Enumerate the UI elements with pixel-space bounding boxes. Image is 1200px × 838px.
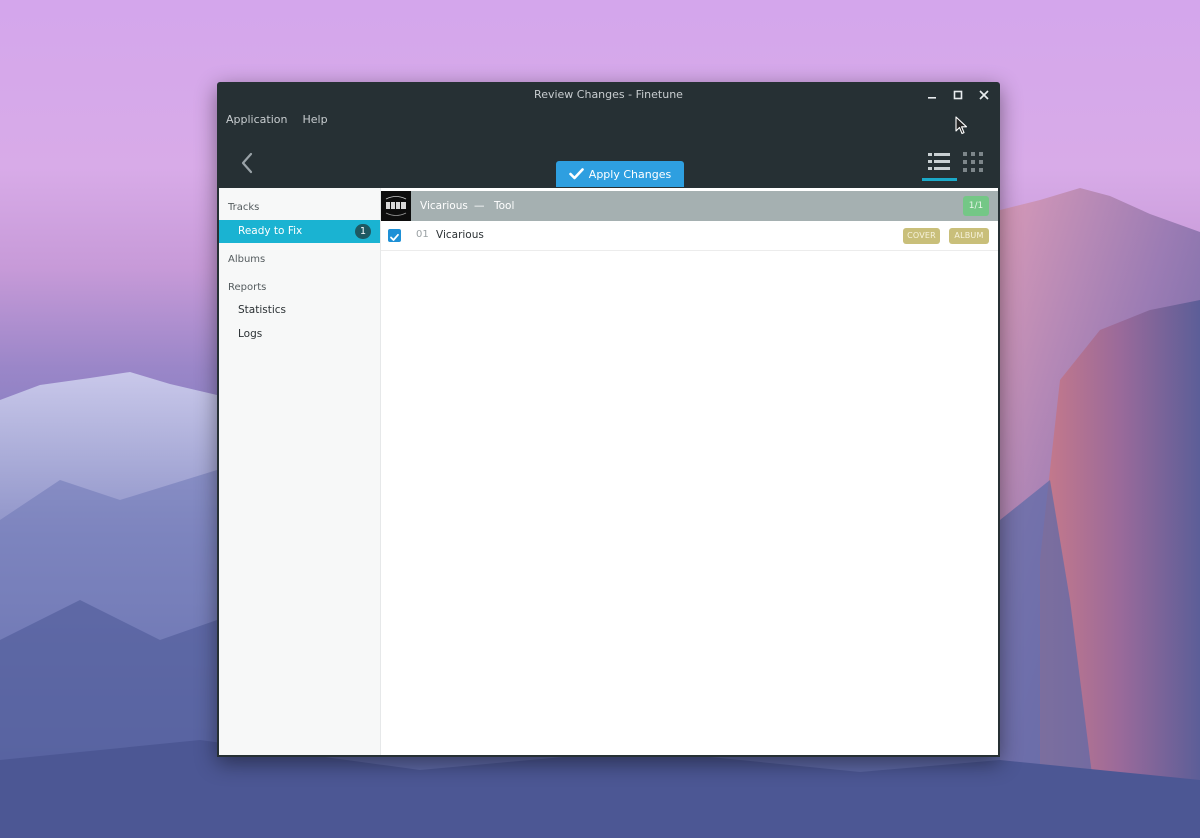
album-count-badge: 1/1 bbox=[963, 196, 989, 216]
sidebar: Tracks Ready to Fix 1 Albums Reports Sta… bbox=[219, 188, 381, 755]
track-checkbox[interactable] bbox=[388, 229, 401, 242]
apply-changes-button[interactable]: Apply Changes bbox=[556, 161, 684, 187]
review-panel: Vicarious — Tool 1/1 01 Vicarious COVER … bbox=[381, 188, 998, 755]
apply-changes-label: Apply Changes bbox=[588, 167, 672, 181]
content-area: Tracks Ready to Fix 1 Albums Reports Sta… bbox=[219, 188, 998, 755]
toolbar: Apply Changes bbox=[217, 140, 1000, 188]
menu-application[interactable]: Application bbox=[226, 113, 287, 129]
mouse-cursor-icon bbox=[955, 116, 969, 140]
menu-help[interactable]: Help bbox=[302, 113, 327, 129]
track-number: 01 bbox=[416, 229, 429, 240]
track-title: Vicarious bbox=[436, 229, 484, 241]
maximize-icon[interactable] bbox=[949, 86, 967, 104]
sidebar-heading-albums[interactable]: Albums bbox=[228, 254, 265, 265]
cover-change-tag[interactable]: COVER bbox=[903, 228, 940, 244]
app-window: Review Changes - Finetune Application He… bbox=[217, 82, 1000, 757]
album-cover-image bbox=[381, 191, 411, 221]
menu-bar: Application Help bbox=[226, 113, 328, 129]
sidebar-item-logs[interactable]: Logs bbox=[219, 323, 380, 346]
grid-view-icon[interactable] bbox=[961, 150, 985, 174]
checkmark-icon bbox=[568, 168, 584, 180]
minimize-icon[interactable] bbox=[923, 86, 941, 104]
sidebar-item-label: Logs bbox=[238, 328, 263, 340]
title-bar[interactable]: Review Changes - Finetune bbox=[217, 82, 1000, 108]
track-row[interactable]: 01 Vicarious COVER ALBUM bbox=[381, 221, 998, 251]
back-arrow-icon[interactable] bbox=[237, 150, 259, 176]
count-badge: 1 bbox=[355, 224, 371, 239]
album-artist: Tool bbox=[494, 200, 515, 212]
list-view-icon[interactable] bbox=[922, 149, 956, 179]
sidebar-item-label: Ready to Fix bbox=[238, 225, 303, 237]
album-change-tag[interactable]: ALBUM bbox=[949, 228, 989, 244]
album-title: Vicarious bbox=[420, 200, 468, 212]
sidebar-heading-tracks: Tracks bbox=[228, 202, 260, 213]
close-icon[interactable] bbox=[975, 86, 993, 104]
checkmark-icon bbox=[390, 233, 399, 241]
sidebar-heading-reports: Reports bbox=[228, 282, 267, 293]
sidebar-item-label: Statistics bbox=[238, 304, 286, 316]
sidebar-item-statistics[interactable]: Statistics bbox=[219, 299, 380, 322]
album-header[interactable]: Vicarious — Tool 1/1 bbox=[381, 191, 998, 221]
window-title: Review Changes - Finetune bbox=[534, 88, 683, 101]
sidebar-item-ready-to-fix[interactable]: Ready to Fix 1 bbox=[219, 220, 380, 243]
active-view-indicator bbox=[922, 178, 957, 181]
album-separator: — bbox=[474, 200, 485, 212]
